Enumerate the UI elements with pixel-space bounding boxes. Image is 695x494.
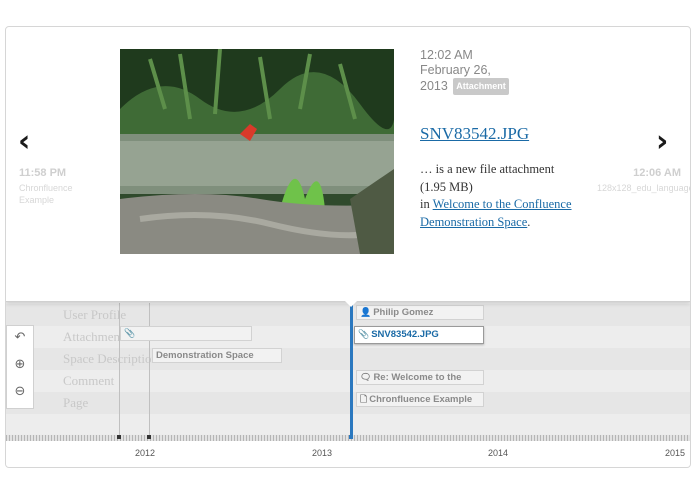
zoom-out-icon[interactable]: ⊖	[11, 383, 29, 401]
paperclip-icon: 📎	[124, 329, 136, 339]
axis-label-2013: 2013	[312, 448, 333, 458]
band-attachment: Attachment	[6, 326, 690, 348]
timeline-event-comment[interactable]: 🗨 Re: Welcome to the	[356, 370, 484, 385]
axis-label-2014: 2014	[488, 448, 509, 458]
event-line	[119, 303, 120, 437]
undo-arrow-icon[interactable]: ↶	[11, 329, 29, 347]
attachment-image	[120, 49, 394, 254]
comment-icon: 🗨	[360, 373, 372, 383]
event-label: Chronfluence Example	[369, 394, 473, 405]
chevron-left-icon[interactable]: ‹	[18, 127, 30, 157]
event-label: Re: Welcome to the	[373, 372, 462, 383]
timeline-widget: ‹ 11:58 PM Chronfluence Example 12:02 AM	[5, 26, 691, 468]
time-axis[interactable]: 2012 2013 2014 2015	[6, 435, 690, 467]
timeline-event-page[interactable]: 🗋 Chronfluence Example	[356, 392, 484, 407]
previous-event-desc: Chronfluence Example	[19, 183, 73, 205]
next-event-preview[interactable]: 12:06 AM 128x128_edu_languages.png	[597, 167, 690, 194]
space-link[interactable]: Welcome to the Confluence Demonstration …	[420, 197, 572, 229]
event-label: SNV83542.JPG	[371, 329, 439, 340]
event-label: Philip Gomez	[373, 307, 434, 318]
user-icon: 👤	[360, 308, 372, 318]
event-line	[149, 303, 150, 437]
in-word: in	[420, 197, 430, 211]
band-page: Page	[6, 392, 690, 414]
event-description: … is a new file attachment (1.95 MB) in …	[420, 161, 590, 231]
band-label: User Profile	[63, 307, 127, 322]
axis-label-2015: 2015	[665, 448, 686, 458]
paperclip-icon: 📎	[358, 330, 370, 340]
axis-current-dot	[349, 435, 353, 439]
axis-ticks	[6, 435, 690, 441]
chevron-right-icon[interactable]: ›	[656, 127, 668, 157]
band-comment: Comment	[6, 370, 690, 392]
detail-pointer	[344, 300, 358, 307]
zoom-in-icon[interactable]: ⊕	[11, 356, 29, 374]
timeline-event-attachment[interactable]: 📎	[120, 326, 252, 341]
band-label: Attachment	[63, 329, 124, 344]
event-date-line2-row: 2013 Attachment	[420, 78, 590, 95]
band-label: Space Description	[63, 351, 158, 366]
band-filler	[6, 414, 690, 434]
axis-event-dot	[147, 435, 151, 439]
event-date-line1: February 26,	[420, 63, 491, 77]
file-name-link[interactable]: SNV83542.JPG	[420, 124, 590, 144]
event-type-badge: Attachment	[453, 78, 509, 95]
desc-period: .	[527, 214, 531, 229]
band-label: Page	[63, 395, 89, 410]
band-label: Comment	[63, 373, 115, 388]
event-label: Demonstration Space	[156, 350, 254, 361]
next-event-time: 12:06 AM	[633, 167, 681, 179]
desc-prefix: … is a new file attachment	[420, 162, 555, 176]
event-meta: 12:02 AM February 26, 2013 Attachment SN…	[420, 48, 590, 231]
timeline-event-selected-attachment[interactable]: 📎 SNV83542.JPG	[354, 326, 484, 344]
previous-event-preview[interactable]: 11:58 PM Chronfluence Example	[19, 167, 99, 206]
event-time: 12:02 AM	[420, 48, 473, 62]
next-event-desc: 128x128_edu_languages.png	[597, 183, 690, 193]
previous-event-time: 11:58 PM	[19, 167, 67, 179]
band-space-description: Space Description	[6, 348, 690, 370]
timeline-controls: ↶ ⊕ ⊖	[6, 325, 34, 409]
timeline-event-user[interactable]: 👤 Philip Gomez	[356, 305, 484, 320]
axis-label-2012: 2012	[135, 448, 156, 458]
file-size: (1.95 MB)	[420, 179, 473, 194]
band-user-profile: User Profile	[6, 304, 690, 326]
page-icon: 🗋	[360, 395, 368, 405]
current-time-marker	[350, 302, 353, 437]
event-detail-panel: ‹ 11:58 PM Chronfluence Example 12:02 AM	[6, 27, 690, 302]
timeline-event-space[interactable]: Demonstration Space	[152, 348, 282, 363]
event-date-line2: 2013	[420, 79, 448, 93]
axis-event-dot	[117, 435, 121, 439]
